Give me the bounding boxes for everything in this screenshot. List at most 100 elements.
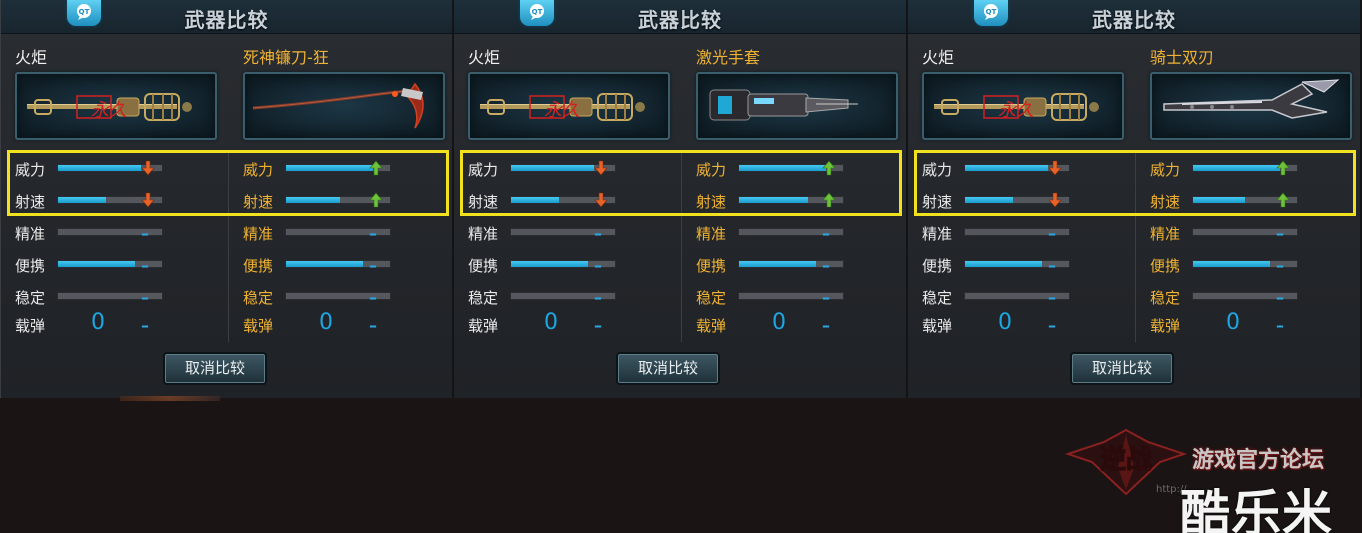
no-change-indicator: – xyxy=(141,256,149,275)
stat-bar-fill xyxy=(286,261,363,267)
stat-row: 便携 – xyxy=(468,256,668,275)
ammo-value: 0 xyxy=(1226,310,1240,335)
background-strip xyxy=(120,396,220,401)
stat-bar-fill xyxy=(739,261,816,267)
panel-title: 武器比较 xyxy=(184,8,269,32)
column-divider xyxy=(681,152,682,342)
arrow-up-icon xyxy=(369,160,383,176)
stat-row: 射速 xyxy=(696,192,896,211)
stat-row: 精准 – xyxy=(243,224,443,243)
stat-label: 精准 xyxy=(468,225,499,243)
no-change-indicator: – xyxy=(141,224,149,243)
stat-label: 射速 xyxy=(243,193,274,211)
arrow-down-icon xyxy=(594,192,608,208)
stat-bar-fill xyxy=(511,261,588,267)
stat-bar-fill xyxy=(965,197,1013,203)
ammo-row: 载弹 0 – xyxy=(468,310,668,335)
weapon-compare-panel: QT 武器比较 火炬 骑士双刃 永久 威力 射速 精准 – 便携 – 稳定 – … xyxy=(908,0,1362,398)
no-change-indicator: – xyxy=(369,256,377,275)
torch-weapon-image: 永久 xyxy=(934,93,1099,121)
torch-weapon-image: 永久 xyxy=(27,93,192,121)
stat-label: 射速 xyxy=(468,193,499,211)
stat-bar-fill xyxy=(1193,261,1270,267)
arrow-up-icon xyxy=(1276,192,1290,208)
stat-label: 威力 xyxy=(1150,161,1181,179)
arrow-up-icon xyxy=(369,192,383,208)
stat-label: 威力 xyxy=(468,161,499,179)
weapon-compare-panel: QT 武器比较 火炬 死神镰刀-狂 永久 威力 射速 精准 – 便携 – 稳定 … xyxy=(0,0,454,398)
stat-row: 便携 – xyxy=(243,256,443,275)
stat-row: 稳定 – xyxy=(243,288,443,307)
stat-row: 威力 xyxy=(243,160,443,179)
stat-label: 稳定 xyxy=(243,289,274,307)
right-weapon-name: 骑士双刃 xyxy=(1150,48,1215,67)
panel-title: 武器比较 xyxy=(638,8,722,32)
stat-label: 便携 xyxy=(243,257,274,275)
ammo-value: 0 xyxy=(91,310,105,335)
cancel-compare-button[interactable]: 取消比较 xyxy=(163,352,267,385)
stat-label: 便携 xyxy=(696,257,727,275)
game-logo-text: 逆战 xyxy=(1100,444,1152,475)
arrow-down-icon xyxy=(141,160,155,176)
stat-label: 精准 xyxy=(922,225,953,243)
stat-label: 射速 xyxy=(15,193,46,211)
ammo-row: 载弹 0 – xyxy=(922,310,1122,335)
stat-row: 威力 xyxy=(696,160,896,179)
ammo-row: 载弹 0 – xyxy=(15,310,215,335)
stat-row: 威力 xyxy=(468,160,668,179)
right-weapon-slot xyxy=(1150,72,1352,140)
stat-label: 便携 xyxy=(1150,257,1181,275)
comparison-panels: QT 武器比较 火炬 死神镰刀-狂 永久 威力 射速 精准 – 便携 – 稳定 … xyxy=(0,0,1362,398)
stat-label: 载弹 xyxy=(15,317,46,335)
stat-bar-fill xyxy=(965,261,1042,267)
torch-weapon-image: 永久 xyxy=(480,93,645,121)
stat-label: 载弹 xyxy=(468,317,499,335)
stat-label: 稳定 xyxy=(15,289,46,307)
ammo-value: 0 xyxy=(998,310,1012,335)
stat-row: 射速 xyxy=(243,192,443,211)
no-change-indicator: – xyxy=(594,224,602,243)
no-change-indicator: – xyxy=(594,256,602,275)
stat-label: 载弹 xyxy=(243,317,274,335)
stat-label: 精准 xyxy=(1150,225,1181,243)
stat-bar-fill xyxy=(1193,165,1281,171)
stat-label: 载弹 xyxy=(1150,317,1181,335)
stat-row: 稳定 – xyxy=(15,288,215,307)
stat-label: 精准 xyxy=(243,225,274,243)
arrow-down-icon xyxy=(141,192,155,208)
no-change-indicator: – xyxy=(369,288,377,307)
stat-row: 便携 – xyxy=(1150,256,1350,275)
no-change-indicator: – xyxy=(594,288,602,307)
left-weapon-slot: 永久 xyxy=(468,72,670,140)
panel-title: 武器比较 xyxy=(1092,8,1176,32)
arrow-down-icon xyxy=(1048,192,1062,208)
arrow-up-icon xyxy=(822,160,836,176)
stat-row: 精准 – xyxy=(1150,224,1350,243)
ammo-value: 0 xyxy=(544,310,558,335)
cancel-compare-button[interactable]: 取消比较 xyxy=(616,352,720,385)
stat-label: 精准 xyxy=(696,225,727,243)
stat-label: 威力 xyxy=(15,161,46,179)
right-weapon-name: 激光手套 xyxy=(696,48,761,67)
cancel-compare-button[interactable]: 取消比较 xyxy=(1070,352,1174,385)
forum-text: 游戏官方论坛 xyxy=(1192,448,1325,473)
right-weapon-slot xyxy=(243,72,445,140)
stat-label: 精准 xyxy=(15,225,46,243)
no-change-indicator: – xyxy=(1276,288,1284,307)
panel-header: QT 武器比较 xyxy=(454,0,906,34)
panel-header: QT 武器比较 xyxy=(908,0,1360,34)
stat-label: 稳定 xyxy=(696,289,727,307)
left-weapon-name: 火炬 xyxy=(922,48,955,67)
left-weapon-name: 火炬 xyxy=(468,48,501,67)
laser-gauntlet-image xyxy=(709,89,858,121)
stat-bar-fill xyxy=(511,165,595,171)
no-change-indicator: – xyxy=(822,316,830,335)
no-change-indicator: – xyxy=(1276,316,1284,335)
stat-bar-fill xyxy=(58,197,106,203)
stat-label: 射速 xyxy=(1150,193,1181,211)
stat-bar-fill xyxy=(1193,197,1245,203)
no-change-indicator: – xyxy=(822,288,830,307)
column-divider xyxy=(228,152,229,342)
panel-header: QT 武器比较 xyxy=(1,0,452,34)
stat-label: 载弹 xyxy=(696,317,727,335)
